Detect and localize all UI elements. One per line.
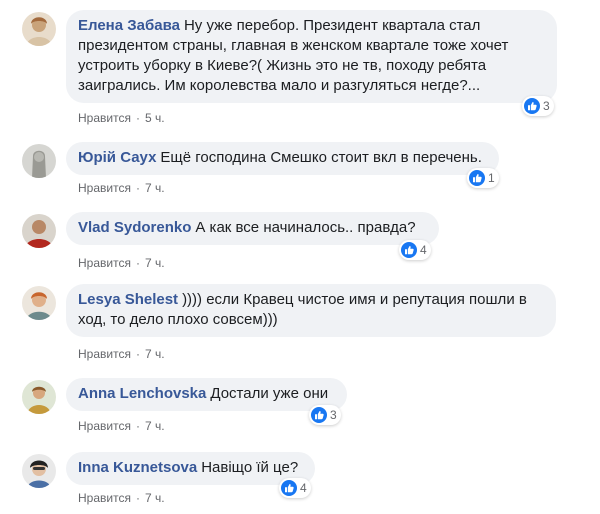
like-button[interactable]: Нравится — [78, 111, 131, 125]
separator: · — [135, 419, 140, 433]
comment-time[interactable]: 5 ч. — [145, 111, 165, 125]
comment-text: А как все начиналось.. правда? — [195, 219, 416, 236]
reaction-summary[interactable]: 4 — [279, 478, 311, 498]
like-button[interactable]: Нравится — [78, 491, 131, 505]
like-button[interactable]: Нравится — [78, 256, 131, 270]
avatar[interactable] — [22, 380, 56, 414]
comment-author[interactable]: Inna Kuznetsova — [78, 459, 197, 476]
comment-text: Ещё господина Смешко стоит вкл в перечен… — [160, 149, 482, 166]
like-icon — [311, 407, 327, 423]
comment: Inna Kuznetsova Навіщо їй це? 4 Нравится ·… — [0, 452, 600, 508]
comment-author[interactable]: Елена Забава — [78, 17, 180, 34]
comment-author[interactable]: Lesya Shelest — [78, 291, 178, 308]
comment-bubble: Елена Забава Ну уже перебор. Президент кв… — [66, 10, 557, 103]
comment-text: Навіщо їй це? — [201, 459, 299, 476]
comment-time[interactable]: 7 ч. — [145, 419, 165, 433]
reaction-summary[interactable]: 3 — [309, 405, 341, 425]
reaction-count: 3 — [330, 408, 337, 422]
comment-time[interactable]: 7 ч. — [145, 181, 165, 195]
comment: Lesya Shelest)))) если Кравец чистое имя… — [0, 284, 600, 362]
comment: Anna Lenchovska Достали уже они 3 Нравитс… — [0, 378, 600, 434]
comment-author[interactable]: Anna Lenchovska — [78, 385, 206, 402]
avatar[interactable] — [22, 144, 56, 178]
comment-list: Елена Забава Ну уже перебор. Президент кв… — [0, 0, 600, 514]
like-icon — [469, 170, 485, 186]
reaction-summary[interactable]: 4 — [399, 240, 431, 260]
like-button[interactable]: Нравится — [78, 419, 131, 433]
like-icon — [401, 242, 417, 258]
separator: · — [135, 111, 140, 125]
separator: · — [135, 347, 140, 361]
comment-time[interactable]: 7 ч. — [145, 347, 165, 361]
comment-author[interactable]: Vlad Sydorenko — [78, 219, 191, 236]
avatar[interactable] — [22, 454, 56, 488]
comment-actions: Нравится · 5 ч. — [78, 110, 165, 126]
comment: Елена Забава Ну уже перебор. Президент кв… — [0, 10, 600, 128]
separator: · — [135, 256, 140, 270]
reaction-count: 4 — [420, 243, 427, 257]
comment-text: Достали уже они — [210, 385, 329, 402]
comment-author[interactable]: Юрій Саух — [78, 149, 156, 166]
comment-bubble: Юрій Саух Ещё господина Смешко стоит вкл … — [66, 142, 499, 175]
reaction-count: 1 — [488, 171, 495, 185]
like-button[interactable]: Нравится — [78, 347, 131, 361]
reaction-summary[interactable]: 1 — [467, 168, 499, 188]
separator: · — [135, 181, 140, 195]
comment-bubble: Lesya Shelest)))) если Кравец чистое имя… — [66, 284, 556, 337]
reaction-count: 4 — [300, 481, 307, 495]
comment: Vlad Sydorenko А как все начиналось.. пра… — [0, 212, 600, 271]
comment-actions: Нравится · 7 ч. — [78, 418, 165, 434]
like-button[interactable]: Нравится — [78, 181, 131, 195]
comment-time[interactable]: 7 ч. — [145, 491, 165, 505]
avatar[interactable] — [22, 12, 56, 46]
avatar[interactable] — [22, 214, 56, 248]
comment-bubble: Inna Kuznetsova Навіщо їй це? — [66, 452, 315, 485]
reaction-summary[interactable]: 3 — [522, 96, 554, 116]
separator: · — [135, 491, 140, 505]
comment-bubble: Anna Lenchovska Достали уже они — [66, 378, 347, 411]
comment-actions: Нравится · 7 ч. — [78, 255, 165, 271]
comment-actions: Нравится · 7 ч. — [78, 180, 165, 196]
like-icon — [524, 98, 540, 114]
avatar[interactable] — [22, 286, 56, 320]
reaction-count: 3 — [543, 99, 550, 113]
comment-actions: Нравится · 7 ч. — [78, 490, 165, 506]
comment-bubble: Vlad Sydorenko А как все начиналось.. пра… — [66, 212, 439, 245]
like-icon — [281, 480, 297, 496]
comment-time[interactable]: 7 ч. — [145, 256, 165, 270]
comment: Юрій Саух Ещё господина Смешко стоит вкл … — [0, 142, 600, 198]
comment-actions: Нравится · 7 ч. — [78, 346, 165, 362]
